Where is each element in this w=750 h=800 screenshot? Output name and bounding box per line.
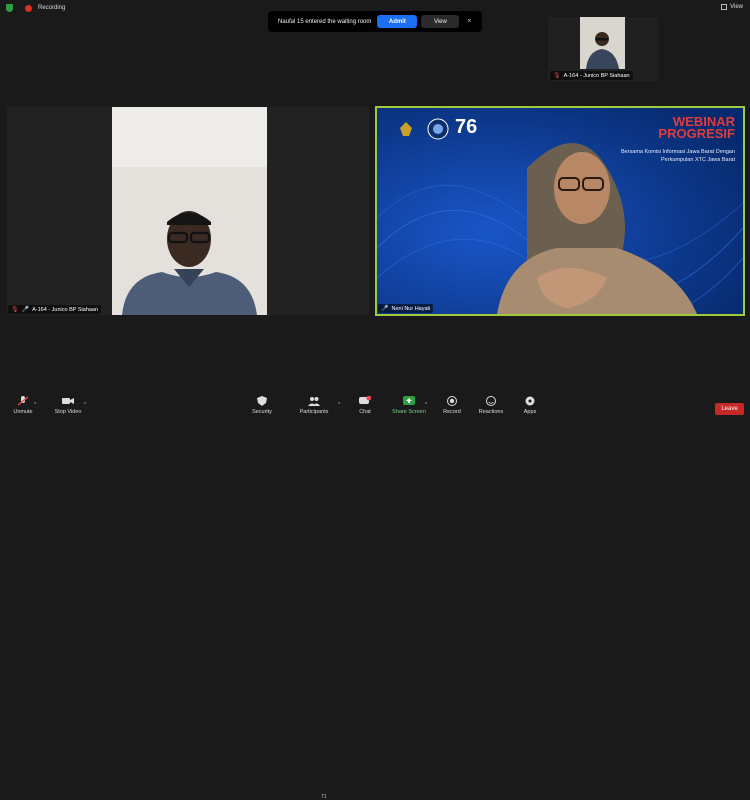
security-button[interactable]: Security: [237, 396, 287, 415]
active-speaker-tile[interactable]: 76 WEBINAR PROGRESIF Bersama Komisi Info…: [375, 106, 745, 316]
apps-icon: [525, 396, 535, 406]
slide-subtitle-line2: Perkumpulan XTC Jawa Barat: [661, 157, 735, 163]
garuda-logo: [400, 122, 412, 136]
participant-thumbnail[interactable]: 🎙 A-164 - Junico BP Siahaan: [548, 17, 658, 81]
participant-name-tag: 🎙 🎤 A-164 - Junico BP Siahaan: [8, 305, 102, 314]
record-icon: [447, 396, 457, 406]
admit-button[interactable]: Admit: [377, 15, 418, 28]
thumbnail-name-tag: 🎙 A-164 - Junico BP Siahaan: [550, 71, 633, 80]
thumbnail-name: A-164 - Junico BP Siahaan: [563, 72, 630, 79]
notification-message: Naufal 15 entered the waiting room: [278, 18, 372, 25]
chat-label: Chat: [359, 409, 371, 415]
unmute-label: Unmute: [13, 409, 33, 415]
share-screen-label: Share Screen: [392, 409, 426, 415]
participants-label: Participants: [299, 409, 329, 415]
participants-count: 71: [321, 794, 327, 800]
slide-title: WEBINAR PROGRESIF: [658, 115, 735, 141]
mic-icon: 🎤: [21, 307, 30, 313]
muted-microphone-icon: [17, 396, 29, 406]
encryption-shield-icon[interactable]: [6, 4, 13, 12]
recording-label: Recording: [38, 5, 66, 11]
record-label: Record: [443, 409, 461, 415]
participants-button[interactable]: Participants: [289, 396, 339, 415]
view-label: View: [730, 4, 743, 10]
leave-button[interactable]: Leave: [715, 403, 744, 415]
grid-icon: [721, 4, 728, 10]
participant-video: [112, 107, 267, 315]
security-label: Security: [252, 409, 272, 415]
recording-icon: [25, 4, 32, 12]
audio-options-chevron-icon[interactable]: ^: [34, 402, 36, 408]
mic-icon: 🎤: [381, 306, 389, 312]
thumbnail-video: [580, 17, 625, 69]
close-icon[interactable]: ×: [467, 18, 471, 25]
view-waiting-room-button[interactable]: View: [421, 15, 460, 28]
komisi-informasi-logo: [427, 118, 449, 140]
slide-subtitle: Bersama Komisi Informasi Jawa Barat Deng…: [621, 148, 735, 164]
meeting-status: Recording: [6, 4, 65, 12]
meeting-toolbar: Unmute ^ Stop Video ^ Security Participa…: [0, 394, 750, 800]
muted-mic-icon: 🎙: [553, 73, 561, 79]
participant-name: A-164 - Junico BP Siahaan: [32, 306, 99, 313]
muted-mic-icon: 🎙: [11, 307, 19, 313]
stop-video-label: Stop Video: [54, 409, 82, 415]
chat-bubble-icon: [359, 396, 371, 404]
anniversary-badge: 76: [455, 116, 478, 138]
view-menu-button[interactable]: View: [721, 4, 743, 10]
smiley-icon: [486, 396, 496, 406]
apps-label: Apps: [523, 409, 537, 415]
slide-subtitle-line1: Bersama Komisi Informasi Jawa Barat Deng…: [620, 149, 735, 155]
chat-button[interactable]: Chat: [340, 396, 390, 415]
video-options-chevron-icon[interactable]: ^: [84, 402, 86, 408]
unmute-button[interactable]: Unmute: [0, 396, 48, 415]
waiting-room-notification: Naufal 15 entered the waiting room Admit…: [268, 11, 482, 32]
slide-title-line2: PROGRESIF: [658, 126, 735, 141]
reactions-label: Reactions: [478, 409, 504, 415]
speaker-name: Neni Nur Hayati: [391, 305, 431, 312]
shield-icon: [257, 396, 267, 406]
apps-button[interactable]: Apps: [505, 396, 555, 415]
participant-video-tile[interactable]: 🎙 🎤 A-164 - Junico BP Siahaan: [7, 107, 369, 315]
speaker-name-tag: 🎤 Neni Nur Hayati: [378, 304, 434, 313]
people-icon: [308, 397, 320, 406]
share-screen-icon: [403, 396, 415, 405]
video-camera-icon: [62, 398, 74, 404]
